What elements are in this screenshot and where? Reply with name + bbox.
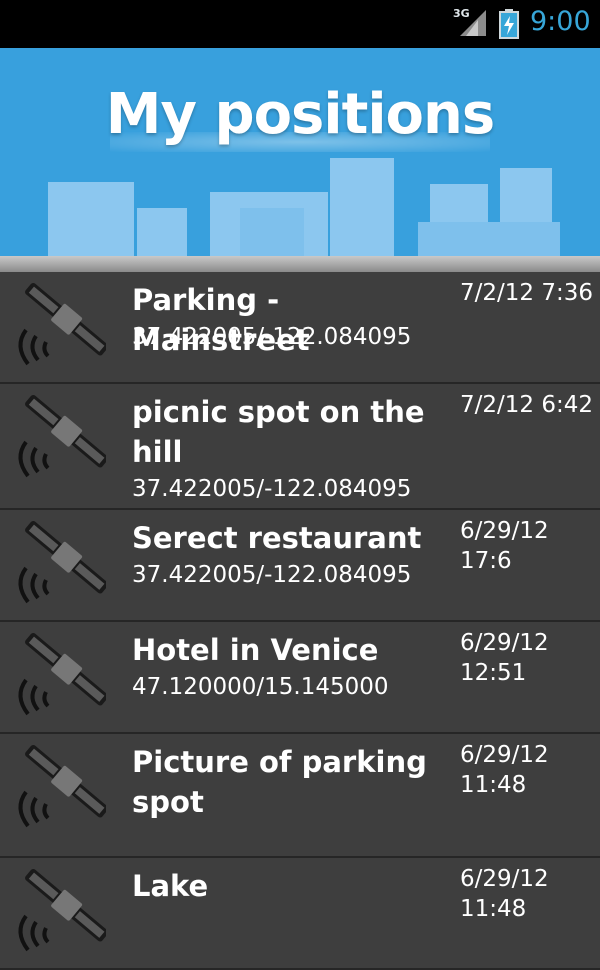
header-divider — [0, 256, 600, 272]
satellite-icon — [18, 868, 106, 952]
position-coords: 47.120000/15.145000 — [132, 674, 389, 700]
list-item[interactable]: Serect restaurant 37.422005/-122.084095 … — [0, 510, 600, 622]
position-date: 7/2/12 6:42 — [460, 392, 593, 418]
clock: 9:00 — [530, 6, 591, 37]
position-name: picnic spot on the hill — [132, 395, 425, 469]
position-name: Picture of parking spot — [132, 745, 427, 819]
list-item[interactable]: Picture of parking spot 6/29/12 11:48 — [0, 734, 600, 858]
position-coords: 37.422005/-122.084095 — [132, 476, 412, 502]
positions-list: Parking - Mainstreet 37.422005/-122.0840… — [0, 272, 600, 970]
position-date: 6/29/12 12:51 — [460, 630, 549, 686]
app-header: My positions — [0, 48, 600, 256]
signal-icon — [460, 10, 486, 36]
list-item[interactable]: picnic spot on the hill 37.422005/-122.0… — [0, 384, 600, 510]
position-date: 6/29/12 17:6 — [460, 518, 549, 574]
battery-icon — [499, 9, 519, 39]
satellite-icon — [18, 520, 106, 604]
position-date: 6/29/12 11:48 — [460, 742, 549, 798]
position-coords: 37.422005/-122.084095 — [132, 562, 412, 588]
page-title: My positions — [105, 82, 495, 147]
list-item[interactable]: Hotel in Venice 47.120000/15.145000 6/29… — [0, 622, 600, 734]
satellite-icon — [18, 394, 106, 478]
position-coords: 37.422005/-122.084095 — [132, 324, 412, 350]
position-name: Lake — [132, 869, 209, 903]
position-name: Hotel in Venice — [132, 633, 379, 667]
list-item[interactable]: Parking - Mainstreet 37.422005/-122.0840… — [0, 272, 600, 384]
list-item[interactable]: Lake 6/29/12 11:48 — [0, 858, 600, 970]
skyline-illustration — [48, 158, 560, 256]
satellite-icon — [18, 632, 106, 716]
status-bar: 3G 9:00 — [0, 0, 600, 48]
position-date: 7/2/12 7:36 — [460, 280, 593, 306]
satellite-icon — [18, 744, 106, 828]
position-date: 6/29/12 11:48 — [460, 866, 549, 922]
satellite-icon — [18, 282, 106, 366]
position-name: Serect restaurant — [132, 521, 422, 555]
